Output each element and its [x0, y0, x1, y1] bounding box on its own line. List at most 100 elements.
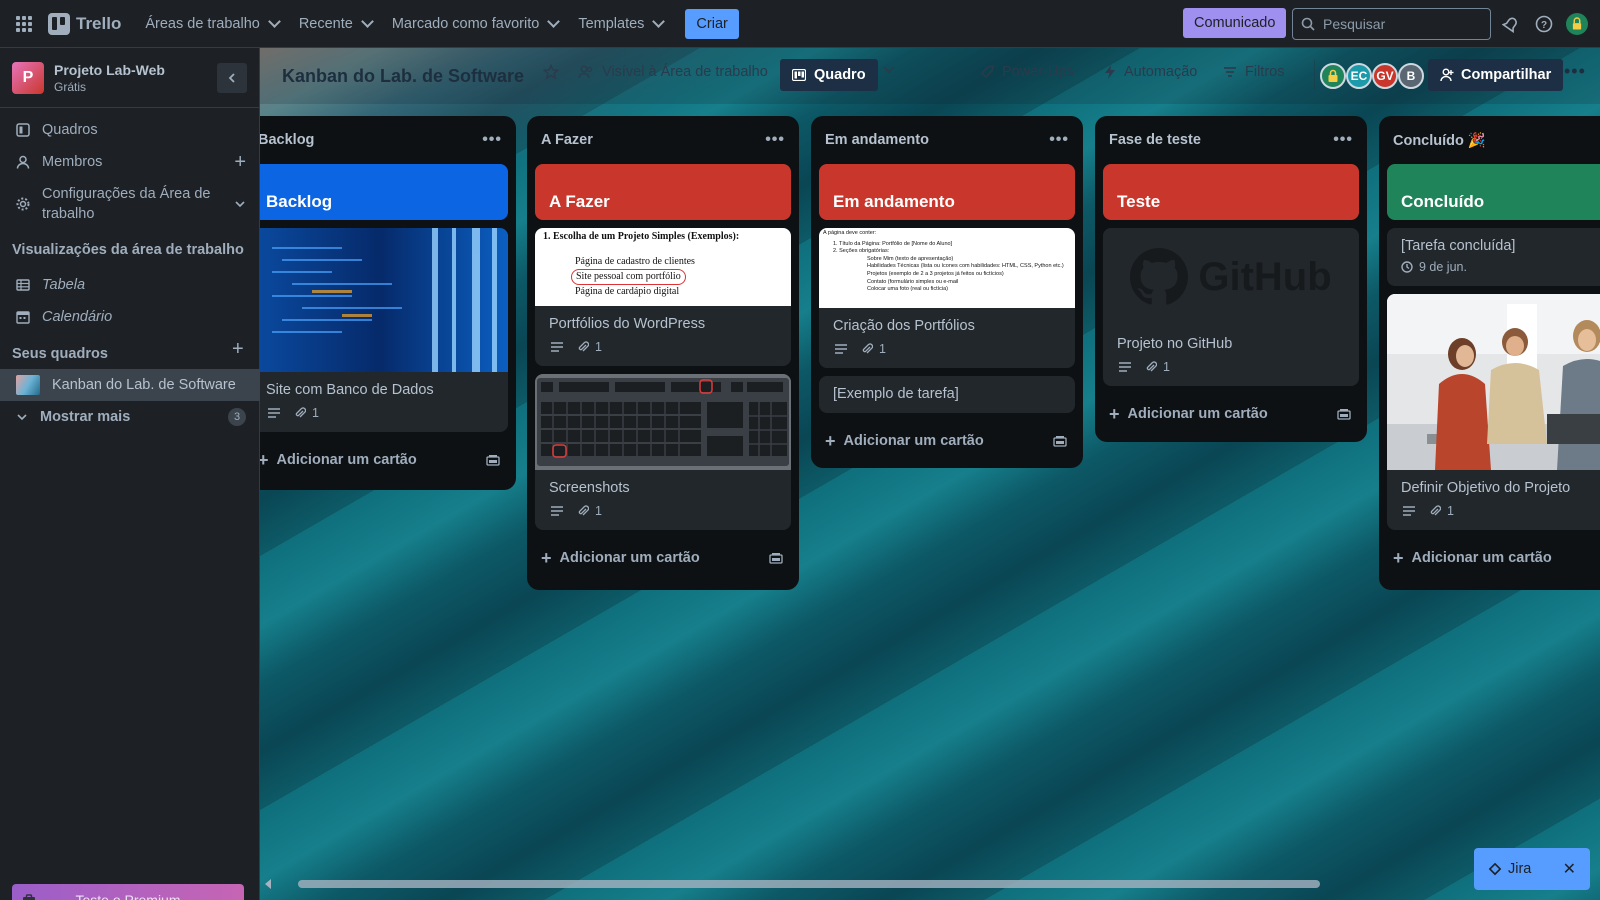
card-badges: 1	[535, 500, 791, 530]
list-title[interactable]: Concluído 🎉	[1393, 132, 1486, 149]
board-horizontal-scrollbar[interactable]	[262, 878, 1320, 889]
board-thumbnail	[16, 375, 40, 395]
chevron-down-icon	[17, 414, 27, 421]
card-portfolios-wordpress[interactable]: 1. Escolha de um Projeto Simples (Exempl…	[535, 228, 791, 366]
card-em-andamento-banner[interactable]: Em andamento	[819, 164, 1075, 220]
sidebar: P Projeto Lab-Web Grátis Quadros Membros…	[0, 48, 260, 900]
sidebar-board-kanban[interactable]: Kanban do Lab. de Software	[0, 369, 260, 401]
add-card-button[interactable]: + Adicionar um cartão	[819, 421, 1075, 461]
your-boards-heading: Seus quadros	[12, 346, 108, 362]
card-template-icon[interactable]	[769, 552, 783, 564]
rocket-icon	[981, 65, 994, 78]
card-screenshots[interactable]: Screenshots 1	[535, 374, 791, 530]
jira-widget[interactable]: Jira ✕	[1474, 848, 1590, 890]
plus-icon: +	[541, 547, 552, 568]
workspace-name[interactable]: Projeto Lab-Web	[54, 62, 165, 78]
automation-button[interactable]: Automação	[1104, 64, 1197, 80]
plus-icon: +	[260, 449, 269, 470]
visibility-button[interactable]: Visível à Área de trabalho	[578, 64, 768, 80]
lock-icon	[1328, 69, 1338, 82]
premium-trial-button[interactable]: Teste o Premium gratuitamente	[12, 884, 244, 900]
star-board-button[interactable]	[543, 64, 559, 80]
member-avatar[interactable]: GV	[1372, 63, 1398, 89]
close-icon[interactable]: ✕	[1563, 859, 1576, 879]
add-card-button[interactable]: + Adicionar um cartão	[1387, 538, 1600, 578]
board-title[interactable]: Kanban do Lab. de Software	[282, 66, 524, 87]
card-criacao-portfolios[interactable]: A página deve conter: 1. Título da Págin…	[819, 228, 1075, 368]
header-divider	[1314, 60, 1315, 90]
scrollbar-thumb[interactable]	[298, 880, 1320, 888]
list-menu-icon[interactable]: •••	[765, 131, 785, 149]
list-menu-icon[interactable]: •••	[482, 131, 502, 149]
card-template-icon[interactable]	[486, 454, 500, 466]
filters-button[interactable]: Filtros	[1223, 64, 1284, 80]
card-a-fazer-banner[interactable]: A Fazer	[535, 164, 791, 220]
add-card-button[interactable]: + Adicionar um cartão	[1103, 394, 1359, 434]
svg-text:?: ?	[1541, 20, 1547, 31]
menu-recent[interactable]: Recente	[289, 10, 382, 38]
card-backlog-banner[interactable]: Backlog	[260, 164, 508, 220]
member-avatar[interactable]: EC	[1346, 63, 1372, 89]
card-definir-objetivo[interactable]: Definir Objetivo do Projeto 1	[1387, 294, 1600, 530]
sidebar-item-boards[interactable]: Quadros	[0, 114, 260, 146]
sidebar-item-table[interactable]: Tabela	[0, 269, 260, 301]
notifications-icon[interactable]	[1500, 13, 1522, 35]
show-more-button[interactable]: Mostrar mais 3	[0, 401, 260, 433]
member-avatar[interactable]: B	[1398, 63, 1424, 89]
card-site-banco[interactable]: Site com Banco de Dados 1	[260, 228, 508, 432]
powerups-button[interactable]: Power-Ups	[980, 64, 1074, 80]
search-input[interactable]: Pesquisar	[1292, 8, 1491, 40]
chevron-down-icon	[235, 201, 245, 208]
collapse-sidebar-button[interactable]	[217, 62, 247, 93]
board-view-button[interactable]: Quadro	[780, 59, 878, 91]
list-header: Concluído 🎉	[1387, 116, 1600, 164]
create-button[interactable]: Criar	[685, 8, 739, 39]
cover-text: Sobre Mim (texto de apresentação)	[867, 255, 954, 262]
add-card-button[interactable]: + Adicionar um cartão	[260, 440, 508, 480]
card-exemplo-tarefa[interactable]: [Exemplo de tarefa]	[819, 376, 1075, 413]
menu-templates[interactable]: Templates	[568, 10, 673, 38]
member-avatar-admin[interactable]	[1320, 63, 1346, 89]
announcement-button[interactable]: Comunicado	[1183, 8, 1287, 38]
app-switcher-icon[interactable]	[8, 8, 40, 40]
card-projeto-github[interactable]: GitHub Projeto no GitHub 1	[1103, 228, 1359, 386]
jira-icon	[1488, 862, 1502, 876]
list-title[interactable]: Em andamento	[825, 132, 929, 148]
card-teste-banner[interactable]: Teste	[1103, 164, 1359, 220]
menu-workspaces[interactable]: Áreas de trabalho	[135, 10, 288, 38]
account-avatar-icon[interactable]	[1566, 13, 1588, 35]
add-member-icon[interactable]: +	[234, 151, 246, 174]
card-concluido-banner[interactable]: Concluído	[1387, 164, 1600, 220]
add-card-button[interactable]: + Adicionar um cartão	[535, 538, 791, 578]
card-template-icon[interactable]	[1053, 435, 1067, 447]
list-title[interactable]: Fase de teste	[1109, 132, 1201, 148]
scroll-left-arrow-icon[interactable]	[264, 879, 272, 889]
list-menu-icon[interactable]: •••	[1333, 131, 1353, 149]
add-board-icon[interactable]: +	[232, 338, 244, 361]
chevron-down-icon	[360, 14, 374, 28]
chevron-down-icon	[547, 14, 561, 28]
workspace-avatar[interactable]: P	[12, 61, 44, 94]
card-tarefa-concluida[interactable]: [Tarefa concluída] 9 de jun.	[1387, 228, 1600, 286]
list-backlog: Backlog ••• Backlog Site com Banco de Da…	[260, 116, 516, 490]
list-title[interactable]: A Fazer	[541, 132, 593, 148]
card-template-icon[interactable]	[1337, 408, 1351, 420]
board-menu-icon[interactable]: •••	[1564, 61, 1586, 82]
card-title: Screenshots	[549, 480, 630, 496]
help-icon[interactable]: ?	[1533, 13, 1555, 35]
sidebar-item-settings[interactable]: Configurações da Área de trabalho	[0, 180, 260, 228]
sidebar-item-members[interactable]: Membros +	[0, 146, 260, 178]
share-button[interactable]: Compartilhar	[1428, 59, 1564, 91]
card-title: [Exemplo de tarefa]	[833, 386, 959, 402]
board-view-label: Quadro	[814, 67, 866, 83]
description-icon	[1119, 362, 1131, 372]
trello-logo[interactable]: Trello	[40, 12, 129, 35]
view-switcher-button[interactable]	[882, 62, 896, 76]
sidebar-item-calendar[interactable]: Calendário	[0, 301, 260, 333]
list-header: Em andamento •••	[819, 116, 1075, 164]
list-menu-icon[interactable]: •••	[1049, 131, 1069, 149]
card-badges: 1	[1387, 500, 1600, 530]
list-title[interactable]: Backlog	[260, 132, 314, 148]
board-canvas: Kanban do Lab. de Software Visível à Áre…	[260, 48, 1600, 900]
menu-starred[interactable]: Marcado como favorito	[382, 10, 568, 38]
